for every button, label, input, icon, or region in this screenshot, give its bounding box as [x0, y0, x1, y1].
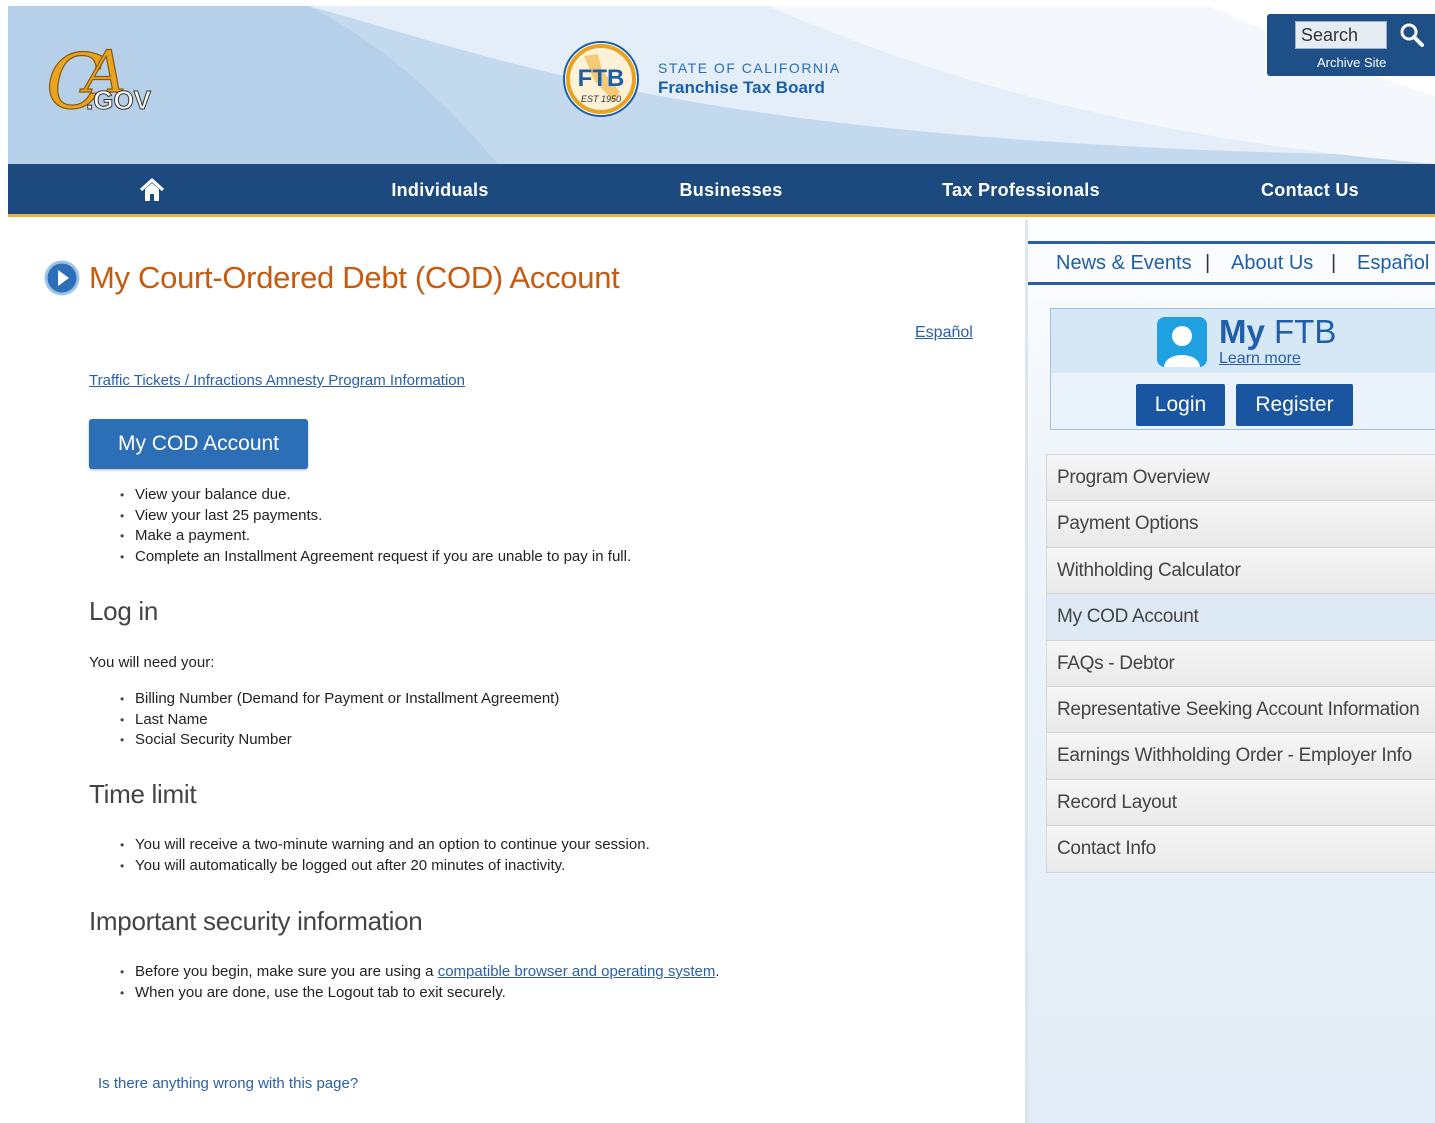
espanol-sidebar-link[interactable]: Español: [1357, 252, 1429, 275]
nav-businesses[interactable]: Businesses: [651, 164, 811, 217]
time-limit-list: You will receive a two-minute warning an…: [120, 835, 650, 876]
list-item: View your last 25 payments.: [120, 506, 631, 527]
list-item: When you are done, use the Logout tab to…: [120, 983, 720, 1004]
list-item: View your balance due.: [120, 485, 631, 506]
about-us-link[interactable]: About Us: [1231, 252, 1313, 275]
sidebar-item-record-layout[interactable]: Record Layout: [1046, 779, 1435, 827]
need-text: You will need your:: [89, 654, 215, 671]
security-period: .: [715, 963, 720, 980]
list-item: Before you begin, make sure you are usin…: [120, 962, 720, 983]
seal-est: EST 1950: [581, 94, 621, 104]
sidebar-item-earnings-withholding[interactable]: Earnings Withholding Order - Employer In…: [1046, 733, 1435, 780]
my-cod-account-button[interactable]: My COD Account: [89, 419, 308, 469]
sidebar-item-contact-info[interactable]: Contact Info: [1046, 826, 1435, 873]
security-heading: Important security information: [89, 906, 423, 936]
sidebar-item-withholding-calculator[interactable]: Withholding Calculator: [1046, 547, 1435, 595]
espanol-link[interactable]: Español: [915, 324, 973, 342]
home-icon[interactable]: [139, 177, 165, 203]
needs-list: Billing Number (Demand for Payment or In…: [120, 689, 559, 751]
sidebar-item-faqs-debtor[interactable]: FAQs - Debtor: [1046, 640, 1435, 687]
myftb-panel: My FTB Learn more Login Register: [1050, 308, 1435, 430]
myftb-logo-ftb: FTB: [1274, 313, 1337, 350]
myftb-logo-my: My: [1219, 313, 1265, 350]
login-heading: Log in: [89, 596, 159, 626]
sidebar-item-my-cod-account[interactable]: My COD Account: [1046, 594, 1435, 641]
news-events-link[interactable]: News & Events: [1056, 252, 1192, 275]
list-item: Last Name: [120, 710, 559, 731]
page-feedback-link[interactable]: Is there anything wrong with this page?: [98, 1075, 358, 1092]
learn-more-link[interactable]: Learn more: [1219, 350, 1301, 368]
list-item: Social Security Number: [120, 730, 559, 751]
sidebar: News & Events | About Us | Español My FT…: [1025, 220, 1435, 1123]
page: C A .GOV FTB EST 1950 STATE OF CALIFORNI…: [0, 0, 1435, 1123]
sidebar-item-representative-info[interactable]: Representative Seeking Account Informati…: [1046, 686, 1435, 734]
search-icon[interactable]: [1399, 22, 1425, 48]
register-button[interactable]: Register: [1236, 384, 1353, 426]
sidebar-top-links: News & Events | About Us | Español: [1028, 241, 1435, 285]
search-panel: Search Archive Site: [1267, 14, 1435, 76]
svg-text:.GOV: .GOV: [86, 85, 152, 115]
myftb-header: My FTB Learn more: [1051, 309, 1435, 373]
time-limit-heading: Time limit: [89, 779, 197, 809]
list-item: You will receive a two-minute warning an…: [120, 835, 650, 856]
agency-name[interactable]: Franchise Tax Board: [658, 78, 825, 98]
sidebar-item-payment-options[interactable]: Payment Options: [1046, 501, 1435, 548]
login-button[interactable]: Login: [1136, 384, 1225, 426]
side-menu: Program Overview Payment Options Withhol…: [1046, 454, 1435, 873]
sidebar-item-program-overview[interactable]: Program Overview: [1046, 455, 1435, 502]
user-avatar-icon: [1157, 317, 1207, 367]
link-separator: |: [1205, 252, 1211, 274]
search-input[interactable]: Search: [1295, 21, 1387, 49]
list-item: Billing Number (Demand for Payment or In…: [120, 689, 559, 710]
compatible-browser-link[interactable]: compatible browser and operating system: [438, 963, 716, 980]
nav-tax-professionals[interactable]: Tax Professionals: [916, 164, 1126, 217]
archive-site-link[interactable]: Archive Site: [1317, 55, 1386, 70]
site-header: C A .GOV FTB EST 1950 STATE OF CALIFORNI…: [8, 6, 1435, 164]
main-nav: Individuals Businesses Tax Professionals…: [8, 164, 1435, 217]
ca-gov-logo[interactable]: C A .GOV: [42, 36, 162, 126]
nav-individuals[interactable]: Individuals: [360, 164, 520, 217]
feature-list: View your balance due. View your last 25…: [120, 485, 631, 567]
security-list: Before you begin, make sure you are usin…: [120, 962, 720, 1003]
list-item: Make a payment.: [120, 526, 631, 547]
list-item: Complete an Installment Agreement reques…: [120, 547, 631, 568]
traffic-amnesty-link[interactable]: Traffic Tickets / Infractions Amnesty Pr…: [89, 372, 465, 389]
link-separator: |: [1331, 252, 1337, 274]
page-title: My Court-Ordered Debt (COD) Account: [89, 260, 620, 295]
ftb-seal-logo[interactable]: FTB EST 1950: [562, 40, 640, 118]
list-item: You will automatically be logged out aft…: [120, 856, 650, 877]
nav-contact-us[interactable]: Contact Us: [1230, 164, 1390, 217]
seal-text: FTB: [578, 65, 625, 92]
play-circle-icon: [44, 260, 80, 296]
agency-state: STATE OF CALIFORNIA: [658, 60, 841, 76]
security-text: Before you begin, make sure you are usin…: [135, 963, 438, 980]
